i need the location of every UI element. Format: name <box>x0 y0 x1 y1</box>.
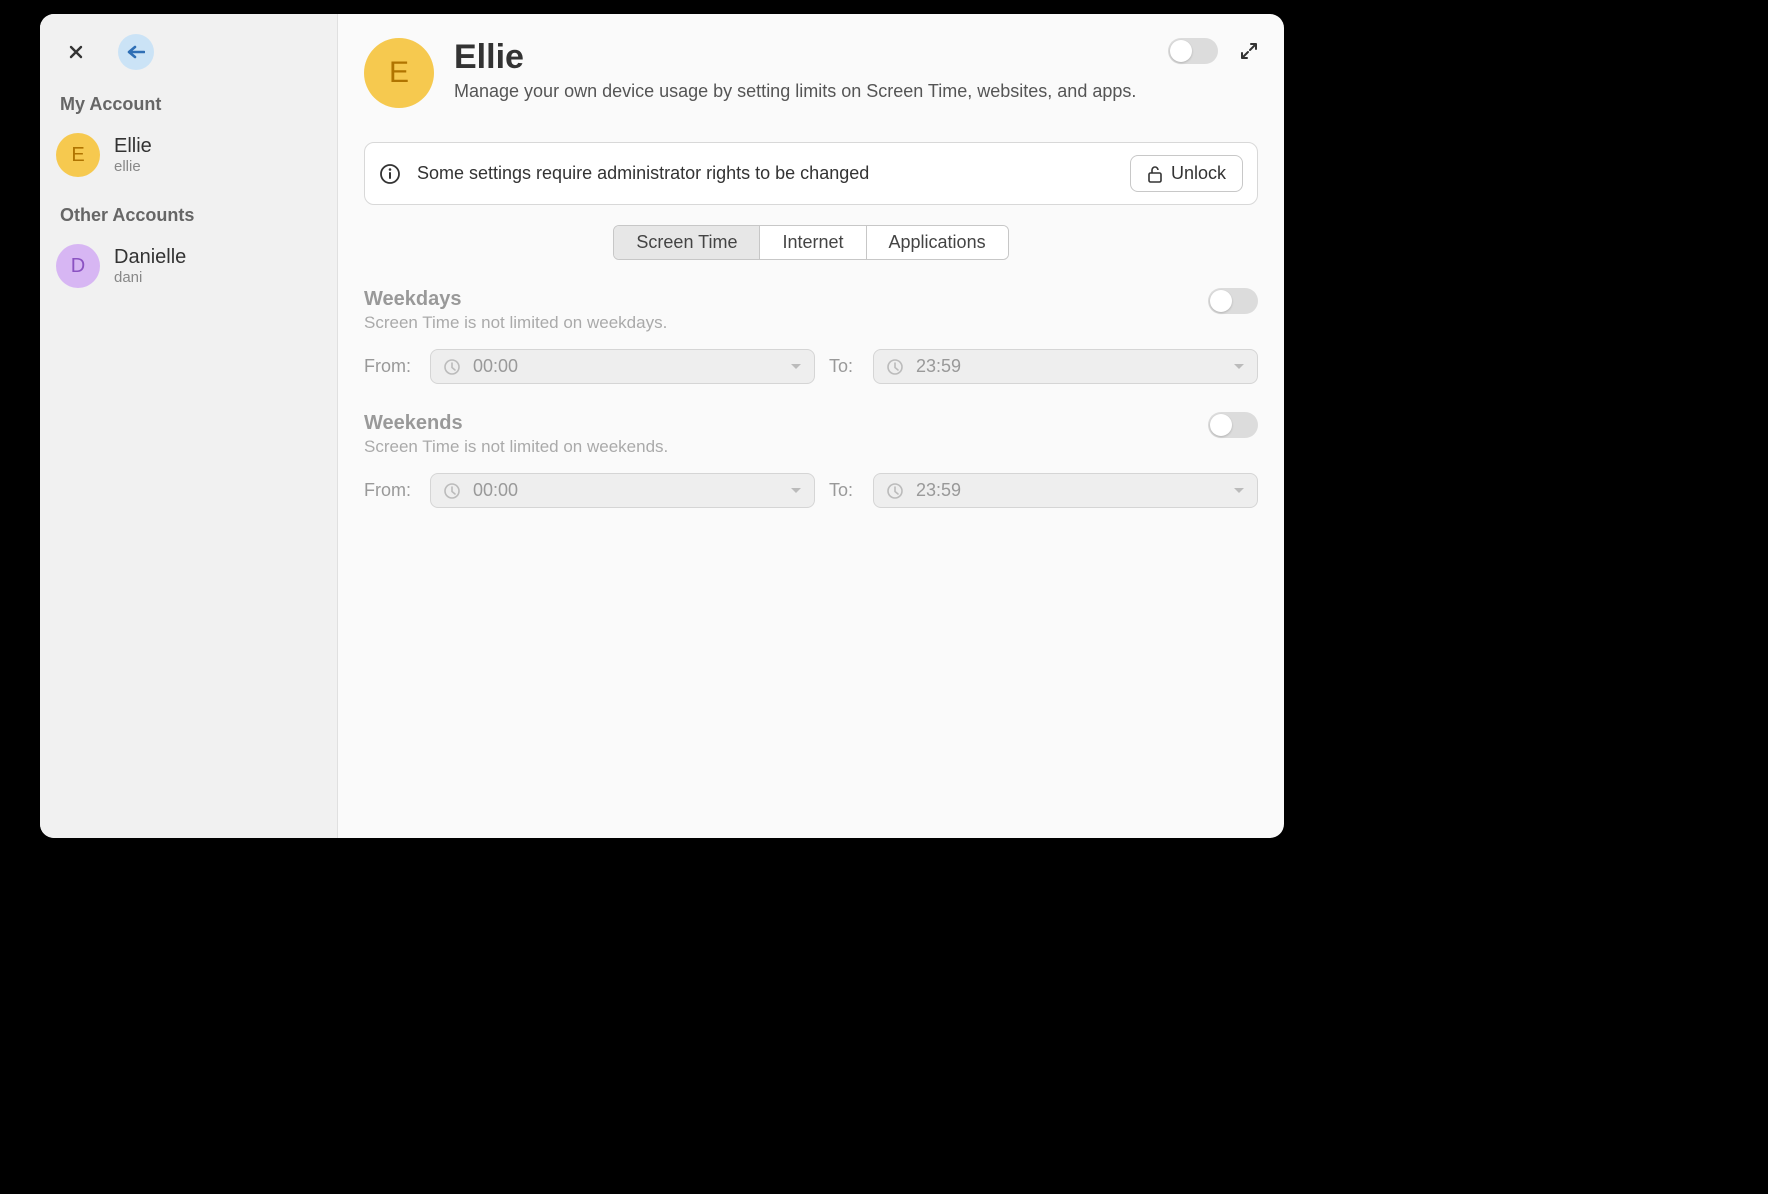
section-title: Weekends <box>364 412 1208 435</box>
weekends-toggle[interactable] <box>1208 412 1258 438</box>
chevron-down-icon <box>1233 363 1245 371</box>
to-value: 23:59 <box>916 480 1221 501</box>
header-actions <box>1168 38 1258 64</box>
account-name: Ellie <box>114 135 152 158</box>
unlock-button[interactable]: Unlock <box>1130 155 1243 192</box>
account-username: dani <box>114 269 186 286</box>
chevron-down-icon <box>1233 487 1245 495</box>
avatar: E <box>364 38 434 108</box>
from-value: 00:00 <box>473 356 778 377</box>
back-button[interactable] <box>118 34 154 70</box>
section-subtitle: Screen Time is not limited on weekdays. <box>364 313 1208 333</box>
admin-banner-message: Some settings require administrator righ… <box>417 163 1114 184</box>
sidebar-account-danielle[interactable]: D Danielle dani <box>52 238 325 294</box>
clock-icon <box>443 482 461 500</box>
sidebar: My Account E Ellie ellie Other Accounts … <box>40 14 338 838</box>
sidebar-section-other-accounts: Other Accounts <box>52 199 325 234</box>
unlock-icon <box>1147 165 1163 183</box>
avatar: D <box>56 244 100 288</box>
settings-window: My Account E Ellie ellie Other Accounts … <box>40 14 1284 838</box>
page-title: Ellie <box>454 38 1148 77</box>
sidebar-account-ellie[interactable]: E Ellie ellie <box>52 127 325 183</box>
time-row: From: 00:00 To: 23:59 <box>364 473 1258 508</box>
section-title: Weekdays <box>364 288 1208 311</box>
tab-internet[interactable]: Internet <box>760 226 866 259</box>
back-arrow-icon <box>127 45 145 59</box>
section-subtitle: Screen Time is not limited on weekends. <box>364 437 1208 457</box>
header-text: Ellie Manage your own device usage by se… <box>454 38 1148 102</box>
chevron-down-icon <box>790 487 802 495</box>
clock-icon <box>886 358 904 376</box>
admin-rights-banner: Some settings require administrator righ… <box>364 142 1258 205</box>
time-row: From: 00:00 To: 23:59 <box>364 349 1258 384</box>
section-header: Weekdays Screen Time is not limited on w… <box>364 288 1258 333</box>
screen-time-master-toggle[interactable] <box>1168 38 1218 64</box>
tab-applications[interactable]: Applications <box>867 226 1008 259</box>
chevron-down-icon <box>790 363 802 371</box>
sidebar-nav <box>52 30 325 84</box>
account-text: Danielle dani <box>114 246 186 286</box>
section-titles: Weekdays Screen Time is not limited on w… <box>364 288 1208 333</box>
close-button[interactable] <box>58 34 94 70</box>
clock-icon <box>886 482 904 500</box>
to-value: 23:59 <box>916 356 1221 377</box>
close-icon <box>68 44 84 60</box>
weekdays-toggle[interactable] <box>1208 288 1258 314</box>
tab-screen-time[interactable]: Screen Time <box>614 226 760 259</box>
unlock-label: Unlock <box>1171 163 1226 184</box>
to-label: To: <box>829 356 859 377</box>
page-subtitle: Manage your own device usage by setting … <box>454 81 1148 102</box>
to-label: To: <box>829 480 859 501</box>
tabs: Screen Time Internet Applications <box>613 225 1008 260</box>
from-value: 00:00 <box>473 480 778 501</box>
section-weekends: Weekends Screen Time is not limited on w… <box>364 412 1258 508</box>
weekdays-from-field[interactable]: 00:00 <box>430 349 815 384</box>
account-username: ellie <box>114 158 152 175</box>
weekends-to-field[interactable]: 23:59 <box>873 473 1258 508</box>
from-label: From: <box>364 480 416 501</box>
info-icon <box>379 163 401 185</box>
account-name: Danielle <box>114 246 186 269</box>
sidebar-section-my-account: My Account <box>52 88 325 123</box>
clock-icon <box>443 358 461 376</box>
weekends-from-field[interactable]: 00:00 <box>430 473 815 508</box>
weekdays-to-field[interactable]: 23:59 <box>873 349 1258 384</box>
section-weekdays: Weekdays Screen Time is not limited on w… <box>364 288 1258 384</box>
maximize-button[interactable] <box>1240 42 1258 60</box>
main-panel: E Ellie Manage your own device usage by … <box>338 14 1284 838</box>
avatar: E <box>56 133 100 177</box>
account-text: Ellie ellie <box>114 135 152 175</box>
section-titles: Weekends Screen Time is not limited on w… <box>364 412 1208 457</box>
header: E Ellie Manage your own device usage by … <box>364 38 1258 108</box>
section-header: Weekends Screen Time is not limited on w… <box>364 412 1258 457</box>
maximize-icon <box>1240 42 1258 60</box>
from-label: From: <box>364 356 416 377</box>
